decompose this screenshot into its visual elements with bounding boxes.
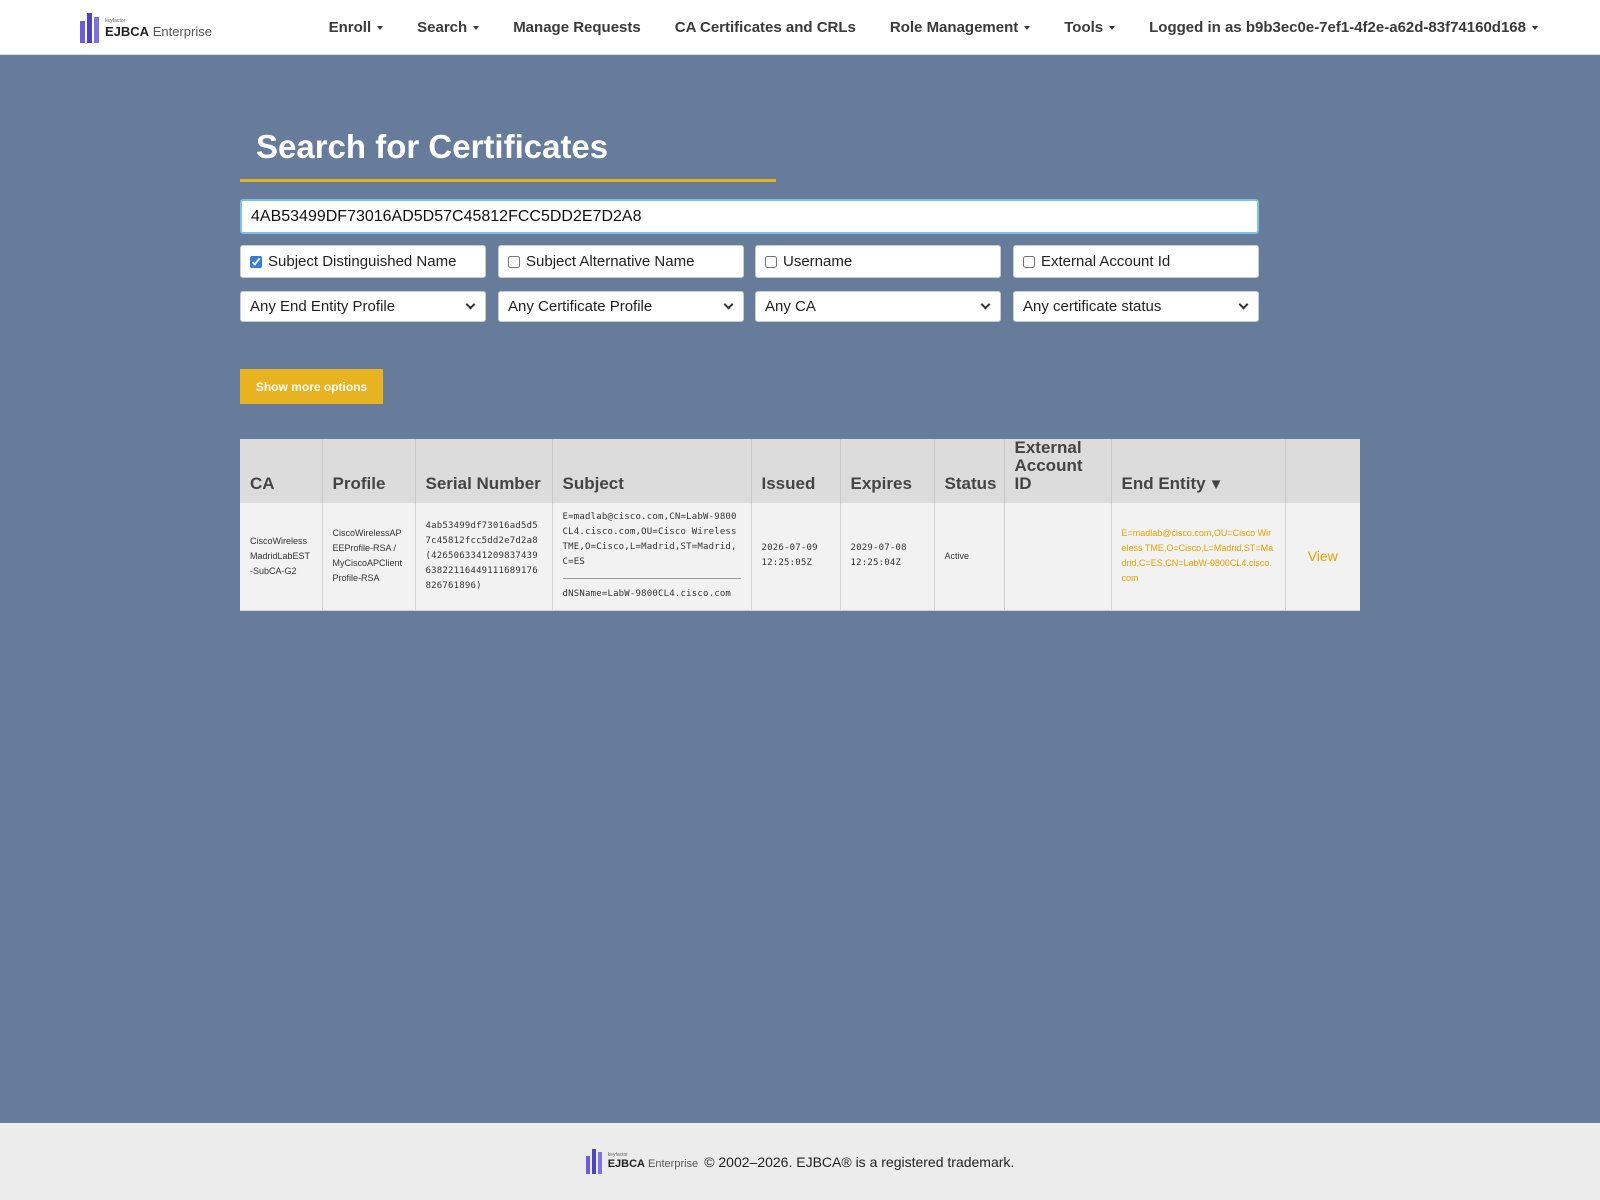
- main-nav: Enroll Search Manage Requests CA Certifi…: [295, 0, 1538, 55]
- expires-time: 12:25:04Z: [850, 558, 902, 569]
- subject-alt-name: dNSName=LabW-9800CL4.cisco.com: [562, 589, 732, 600]
- page-title: Search for Certificates: [256, 128, 609, 165]
- chevron-down-icon: [1238, 299, 1249, 310]
- column-header-expires[interactable]: Expires: [840, 439, 935, 503]
- table-header-row: CA Profile Serial Number Subject Issued …: [240, 439, 1360, 503]
- cell-status: Active: [934, 502, 1005, 612]
- table-row: CiscoWirelessMadridLabEST-SubCA-G2 Cisco…: [240, 502, 1360, 612]
- column-header-profile[interactable]: Profile: [322, 439, 416, 503]
- nav-role-management[interactable]: Role Management: [890, 19, 1031, 36]
- chevron-down-icon: [1024, 26, 1031, 31]
- ejbca-logo-icon: [80, 13, 99, 43]
- select-certificate-status[interactable]: Any certificate status: [1013, 291, 1259, 322]
- footer-logo-name-light: Enterprise: [644, 1158, 699, 1170]
- cell-subject: E=madlab@cisco.com,CN=LabW-9800CL4.cisco…: [552, 502, 752, 612]
- cell-external-account-id: [1004, 502, 1112, 612]
- column-header-subject[interactable]: Subject: [552, 439, 752, 503]
- results-table: CA Profile Serial Number Subject Issued …: [240, 439, 1360, 612]
- cell-actions: View: [1285, 502, 1360, 612]
- logo-name-bold: EJBCA: [105, 23, 150, 39]
- nav-ca-certificates-crls[interactable]: CA Certificates and CRLs: [675, 19, 856, 36]
- view-link[interactable]: View: [1296, 548, 1351, 564]
- page-title-container: Search for Certificates: [240, 124, 776, 182]
- nav-enroll[interactable]: Enroll: [329, 19, 384, 36]
- checkbox-subject-dn[interactable]: Subject Distinguished Name: [240, 245, 486, 278]
- chevron-down-icon: [980, 299, 991, 310]
- checkbox-subject-alt-name[interactable]: Subject Alternative Name: [498, 245, 744, 278]
- show-more-options-button[interactable]: Show more options: [240, 369, 383, 404]
- checkbox-username-input[interactable]: [765, 255, 777, 268]
- ejbca-logo-icon: [585, 1149, 602, 1174]
- nav-user-menu[interactable]: Logged in as b9b3ec0e-7ef1-4f2e-a62d-83f…: [1149, 19, 1538, 36]
- column-header-actions: [1285, 439, 1360, 503]
- column-header-issued[interactable]: Issued: [751, 439, 841, 503]
- footer-logo-name-bold: EJBCA: [607, 1158, 645, 1170]
- top-navbar: keyfactor EJBCA Enterprise Enroll Search…: [0, 0, 1600, 55]
- subject-dn: E=madlab@cisco.com,CN=LabW-9800CL4.cisco…: [562, 510, 741, 580]
- cell-expires: 2029-07-08 12:25:04Z: [840, 502, 935, 612]
- column-header-status[interactable]: Status: [934, 439, 1005, 503]
- nav-manage-requests[interactable]: Manage Requests: [513, 19, 641, 36]
- column-header-external-account-id[interactable]: External Account ID: [1004, 439, 1112, 503]
- select-ca[interactable]: Any CA: [755, 291, 1001, 322]
- chevron-down-icon: [465, 299, 476, 310]
- cell-end-entity: E=madlab@cisco.com,OU=Cisco Wireless TME…: [1111, 502, 1286, 612]
- end-entity-link[interactable]: E=madlab@cisco.com,OU=Cisco Wireless TME…: [1122, 528, 1274, 583]
- chevron-down-icon: [1109, 26, 1116, 31]
- sort-descending-icon: ▼: [1208, 475, 1224, 493]
- column-header-ca[interactable]: CA: [240, 439, 323, 503]
- select-certificate-profile[interactable]: Any Certificate Profile: [498, 291, 744, 322]
- select-end-entity-profile[interactable]: Any End Entity Profile: [240, 291, 486, 322]
- footer-copyright: © 2002–2026. EJBCA® is a registered trad…: [704, 1153, 1015, 1170]
- cell-ca: CiscoWirelessMadridLabEST-SubCA-G2: [240, 502, 323, 612]
- issued-time: 12:25:05Z: [761, 558, 813, 569]
- chevron-down-icon: [723, 299, 734, 310]
- checkbox-external-account-id[interactable]: External Account Id: [1013, 245, 1259, 278]
- cell-profile: CiscoWirelessAPEEProfile-RSA / MyCiscoAP…: [322, 502, 416, 612]
- search-input[interactable]: [240, 199, 1259, 234]
- chevron-down-icon: [473, 26, 480, 31]
- checkbox-external-account-id-input[interactable]: [1023, 255, 1035, 268]
- cell-serial-number: 4ab53499df73016ad5d57c45812fcc5dd2e7d2a8…: [415, 502, 553, 612]
- chevron-down-icon: [1532, 26, 1538, 31]
- checkbox-subject-alt-name-input[interactable]: [508, 255, 520, 268]
- nav-tools[interactable]: Tools: [1064, 19, 1116, 36]
- nav-search[interactable]: Search: [417, 19, 480, 36]
- issued-date: 2026-07-09: [761, 543, 818, 554]
- expires-date: 2029-07-08: [850, 543, 907, 554]
- logo-name-light: Enterprise: [149, 23, 212, 39]
- column-header-end-entity[interactable]: End Entity ▼: [1111, 439, 1286, 503]
- footer-logo: keyfactor EJBCA Enterprise: [585, 1149, 699, 1174]
- column-header-serial-number[interactable]: Serial Number: [415, 439, 553, 503]
- chevron-down-icon: [377, 26, 384, 31]
- checkbox-username[interactable]: Username: [755, 245, 1001, 278]
- footer: keyfactor EJBCA Enterprise © 2002–2026. …: [0, 1123, 1600, 1200]
- cell-issued: 2026-07-09 12:25:05Z: [751, 502, 841, 612]
- checkbox-subject-dn-input[interactable]: [250, 255, 262, 268]
- ejbca-logo[interactable]: keyfactor EJBCA Enterprise: [80, 12, 212, 44]
